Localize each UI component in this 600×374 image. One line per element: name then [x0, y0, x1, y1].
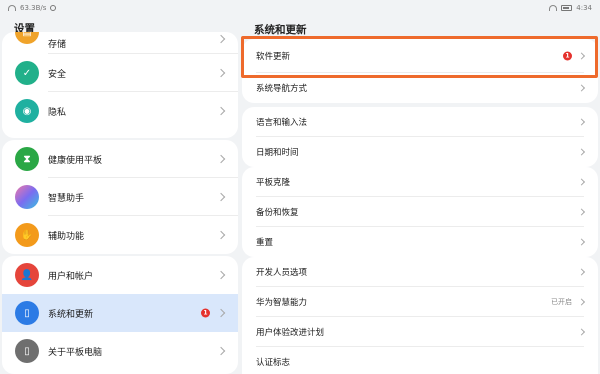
hourglass-icon: ⧗	[15, 147, 39, 171]
chevron-right-icon	[216, 68, 226, 78]
tablet-clone-item[interactable]: 平板克隆	[242, 167, 598, 197]
chevron-right-icon	[216, 270, 226, 280]
chevron-right-icon	[577, 178, 586, 186]
reset-item[interactable]: 重置	[242, 227, 598, 257]
status-right: 4:34	[549, 4, 592, 12]
chevron-right-icon	[216, 346, 226, 356]
sync-icon	[50, 5, 57, 11]
chevron-right-icon	[216, 106, 226, 116]
chevron-right-icon	[577, 84, 586, 92]
wifi-signal-icon	[549, 5, 558, 11]
right-group-2: 语言和输入法 日期和时间	[242, 107, 598, 167]
phone-update-icon: ▯	[15, 301, 39, 325]
status-value: 已开启	[551, 298, 572, 306]
sidebar-item-users[interactable]: 👤 用户和帐户	[2, 256, 238, 294]
chevron-right-icon	[577, 148, 586, 156]
item-label: 软件更新	[256, 52, 291, 62]
left-group-3: 👤 用户和帐户 ▯ 系统和更新 1 ▯ 关于平板电脑	[2, 256, 238, 374]
sidebar-item-storage[interactable]: ▤ 存储	[2, 32, 238, 54]
sidebar-item-label: 存储	[48, 39, 67, 50]
tablet-icon: ▯	[15, 339, 39, 363]
language-input-item[interactable]: 语言和输入法	[242, 107, 598, 137]
left-group-2: ⧗ 健康使用平板 智慧助手 ✋ 辅助功能	[2, 140, 238, 254]
hand-icon: ✋	[15, 223, 39, 247]
chevron-right-icon	[216, 308, 226, 318]
page-title: 系统和更新	[254, 24, 307, 36]
item-label: 华为智慧能力	[256, 298, 308, 308]
storage-icon: ▤	[15, 32, 39, 44]
sidebar-item-security[interactable]: ✓ 安全	[2, 54, 238, 92]
sidebar-item-label: 系统和更新	[48, 309, 94, 320]
chevron-right-icon	[577, 52, 586, 60]
sidebar-item-label: 隐私	[48, 107, 67, 118]
item-label: 用户体验改进计划	[256, 328, 325, 338]
wifi-icon	[8, 5, 16, 11]
sidebar-item-system-update[interactable]: ▯ 系统和更新 1	[2, 294, 238, 332]
chevron-right-icon	[216, 230, 226, 240]
right-group-1: 软件更新 1 系统导航方式	[242, 39, 598, 103]
huawei-ai-item[interactable]: 华为智慧能力 已开启	[242, 287, 598, 317]
clock: 4:34	[576, 4, 592, 12]
sidebar-item-label: 智慧助手	[48, 193, 85, 204]
backup-restore-item[interactable]: 备份和恢复	[242, 197, 598, 227]
date-time-item[interactable]: 日期和时间	[242, 137, 598, 167]
notification-badge: 1	[563, 51, 572, 61]
system-navigation-item[interactable]: 系统导航方式	[242, 73, 598, 103]
assistant-icon	[15, 185, 39, 209]
item-label: 语言和输入法	[256, 118, 308, 128]
sidebar-item-label: 用户和帐户	[48, 271, 94, 282]
user-icon: 👤	[15, 263, 39, 287]
battery-icon	[561, 5, 573, 11]
sidebar-item-label: 安全	[48, 69, 67, 80]
sidebar-item-digital-balance[interactable]: ⧗ 健康使用平板	[2, 140, 238, 178]
sidebar-item-about[interactable]: ▯ 关于平板电脑	[2, 332, 238, 370]
item-label: 开发人员选项	[256, 268, 308, 278]
developer-options-item[interactable]: 开发人员选项	[242, 257, 598, 287]
chevron-right-icon	[577, 328, 586, 336]
right-group-3: 平板克隆 备份和恢复 重置	[242, 167, 598, 257]
chevron-right-icon	[216, 154, 226, 164]
item-label: 系统导航方式	[256, 84, 308, 94]
sidebar-item-label: 健康使用平板	[48, 155, 103, 166]
sidebar-item-accessibility[interactable]: ✋ 辅助功能	[2, 216, 238, 254]
sidebar-item-label: 关于平板电脑	[48, 347, 103, 358]
shield-icon: ✓	[15, 61, 39, 85]
software-update-item[interactable]: 软件更新 1	[242, 39, 598, 73]
status-bar: 63.3B/s 4:34	[0, 0, 600, 16]
privacy-icon: ◉	[15, 99, 39, 123]
notification-badge: 1	[201, 308, 210, 318]
item-label: 平板克隆	[256, 178, 291, 188]
chevron-right-icon	[216, 34, 226, 44]
certification-item[interactable]: 认证标志	[242, 347, 598, 374]
item-label: 备份和恢复	[256, 208, 299, 218]
chevron-right-icon	[577, 238, 586, 246]
sidebar-item-privacy[interactable]: ◉ 隐私	[2, 92, 238, 130]
sidebar-item-assistant[interactable]: 智慧助手	[2, 178, 238, 216]
user-experience-item[interactable]: 用户体验改进计划	[242, 317, 598, 347]
net-speed: 63.3B/s	[20, 4, 47, 12]
item-label: 日期和时间	[256, 148, 299, 158]
chevron-right-icon	[577, 118, 586, 126]
chevron-right-icon	[577, 298, 586, 306]
item-label: 重置	[256, 238, 274, 248]
item-label: 认证标志	[256, 358, 291, 368]
chevron-right-icon	[216, 192, 226, 202]
chevron-right-icon	[577, 208, 586, 216]
right-group-4: 开发人员选项 华为智慧能力 已开启 用户体验改进计划 认证标志	[242, 257, 598, 374]
status-left: 63.3B/s	[8, 4, 57, 12]
left-group-1: ▤ 存储 ✓ 安全 ◉ 隐私	[2, 32, 238, 138]
sidebar-item-label: 辅助功能	[48, 231, 85, 242]
chevron-right-icon	[577, 268, 586, 276]
